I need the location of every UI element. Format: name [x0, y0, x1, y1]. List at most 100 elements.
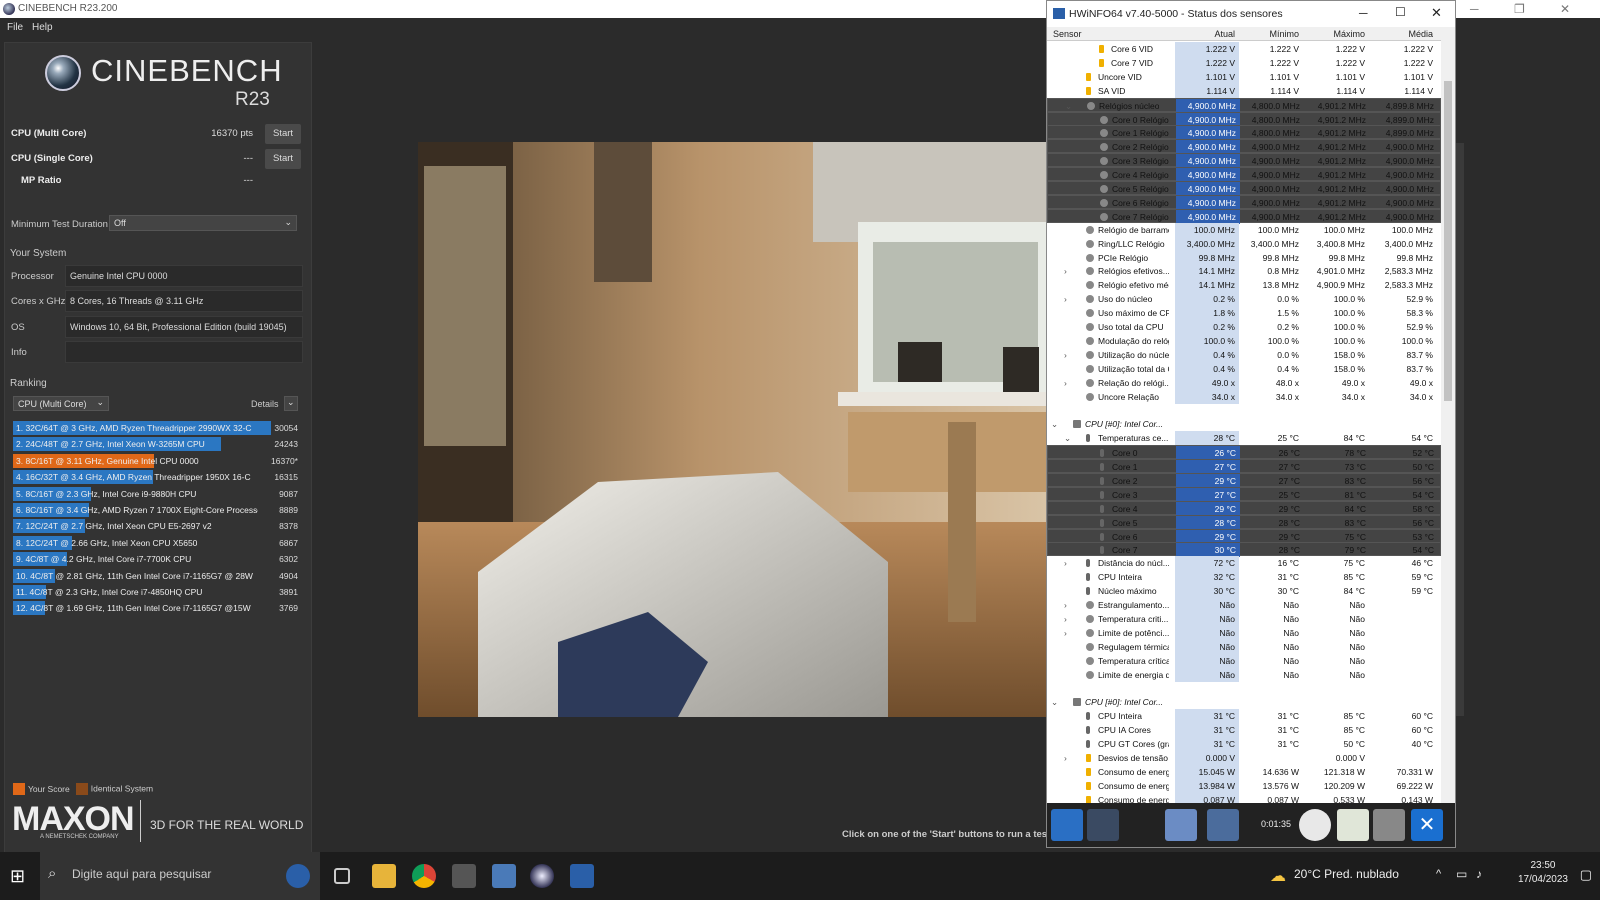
- sensor-row[interactable]: Limite de energia do ... Não Não Não: [1047, 667, 1441, 682]
- sensor-row[interactable]: [1047, 681, 1441, 695]
- sensor-row[interactable]: Core 4 29 °C 29 °C 84 °C 58 °C: [1047, 500, 1441, 516]
- sensor-row[interactable]: Core 0 26 °C 26 °C 78 °C 52 °C: [1047, 445, 1441, 461]
- ranking-row[interactable]: 6. 8C/16T @ 3.4 GHz, AMD Ryzen 7 1700X E…: [13, 503, 301, 517]
- ranking-row[interactable]: 10. 4C/8T @ 2.81 GHz, 11th Gen Intel Cor…: [13, 568, 301, 583]
- sensor-row[interactable]: Consumo de energia... 13.984 W 13.576 W 120…: [1047, 778, 1441, 793]
- collapse-chevron-icon[interactable]: ⌄: [1051, 697, 1058, 708]
- sensor-row[interactable]: Core 6 VID 1.222 V 1.222 V 1.222 V 1.222 V: [1047, 42, 1441, 56]
- sensor-row[interactable]: Consumo de energia... 15.045 W 14.636 W 121…: [1047, 764, 1441, 779]
- menu-help[interactable]: Help: [32, 22, 53, 33]
- sensor-row[interactable]: Uncore VID 1.101 V 1.101 V 1.101 V 1.101 V: [1047, 69, 1441, 84]
- sensor-scrollbar[interactable]: [1441, 27, 1455, 803]
- sensor-row[interactable]: Core 7 30 °C 28 °C 79 °C 54 °C: [1047, 542, 1441, 558]
- min-test-duration-select[interactable]: Off ⌄: [109, 215, 297, 231]
- network-tray-icon[interactable]: ▭: [1456, 867, 1467, 881]
- details-toggle[interactable]: ⌄: [284, 396, 298, 411]
- sensor-row[interactable]: › Temperatura criti... Não Não Não: [1047, 611, 1441, 626]
- sensor-row[interactable]: Core 6 29 °C 29 °C 75 °C 53 °C: [1047, 528, 1441, 544]
- col-avg[interactable]: Média: [1369, 29, 1433, 39]
- sensor-row[interactable]: Uso máximo de CPU ... 1.8 % 1.5 % 100.0 % 58…: [1047, 306, 1441, 321]
- sensor-row[interactable]: Core 6 Relógio 4,900.0 MHz 4,900.0 MHz 4,90…: [1047, 194, 1441, 210]
- sensor-row[interactable]: Core 0 Relógio 4,900.0 MHz 4,800.0 MHz 4,90…: [1047, 111, 1441, 127]
- col-min[interactable]: Mínimo: [1239, 29, 1299, 39]
- collapse-chevron-icon[interactable]: ⌄: [1051, 419, 1058, 430]
- expand-chevron-icon[interactable]: ›: [1064, 600, 1067, 610]
- sensor-row[interactable]: PCIe Relógio 99.8 MHz 99.8 MHz 99.8 MHz 99.8…: [1047, 250, 1441, 265]
- collapse-chevron-icon[interactable]: ⌄: [1065, 101, 1072, 112]
- col-sensor[interactable]: Sensor: [1053, 29, 1082, 39]
- ranking-row[interactable]: 4. 16C/32T @ 3.4 GHz, AMD Ryzen Threadri…: [13, 470, 301, 485]
- sensor-row[interactable]: Core 1 Relógio 4,900.0 MHz 4,800.0 MHz 4,90…: [1047, 125, 1441, 141]
- expand-chevron-icon[interactable]: ›: [1064, 350, 1067, 360]
- sensor-row[interactable]: CPU IA Cores 31 °C 31 °C 85 °C 60 °C: [1047, 723, 1441, 738]
- sensor-row[interactable]: › Uso do núcleo 0.2 % 0.0 % 100.0 % 52.9 %: [1047, 292, 1441, 307]
- sensor-row[interactable]: Modulação do relógi... 100.0 % 100.0 % 100.…: [1047, 333, 1441, 348]
- sensor-row[interactable]: ⌄ Temperaturas ce... 28 °C 25 °C 84 °C 54 °C: [1047, 431, 1441, 446]
- sensor-row[interactable]: CPU Inteira 32 °C 31 °C 85 °C 59 °C: [1047, 570, 1441, 585]
- sensor-row[interactable]: › Limite de potênci... Não Não Não: [1047, 625, 1441, 640]
- single-core-start-button[interactable]: Start: [265, 149, 301, 169]
- ranking-row[interactable]: 2. 24C/48T @ 2.7 GHz, Intel Xeon W-3265M…: [13, 437, 301, 452]
- close-icon[interactable]: ✕: [1560, 2, 1570, 16]
- collapse-chevron-icon[interactable]: ⌄: [1064, 433, 1071, 444]
- minimize-icon[interactable]: ─: [1470, 2, 1479, 16]
- sensor-row[interactable]: › Estrangulamento... Não Não Não: [1047, 598, 1441, 612]
- ranking-row[interactable]: 8. 12C/24T @ 2.66 GHz, Intel Xeon CPU X5…: [13, 535, 301, 550]
- sensor-row[interactable]: Regulagem térmica ... Não Não Não: [1047, 639, 1441, 654]
- ranking-select[interactable]: CPU (Multi Core) ⌄: [13, 396, 109, 411]
- sensor-row[interactable]: Core 3 Relógio 4,900.0 MHz 4,900.0 MHz 4,90…: [1047, 153, 1441, 169]
- hwinfo-taskbar-icon[interactable]: [570, 864, 594, 888]
- sensor-row[interactable]: Uncore Relação 34.0 x 34.0 x 34.0 x 34.0 x: [1047, 389, 1441, 404]
- sensor-row[interactable]: Temperatura crítica ... Não Não Não: [1047, 653, 1441, 668]
- ranking-row[interactable]: 5. 8C/16T @ 2.3 GHz, Intel Core i9-9880H…: [13, 486, 301, 501]
- clock-icon[interactable]: [1299, 809, 1331, 841]
- ranking-row[interactable]: 3. 8C/16T @ 3.11 GHz, Genuine Intel CPU …: [13, 453, 301, 468]
- sensor-group-row[interactable]: ⌄ CPU [#0]: Intel Cor...: [1047, 695, 1441, 709]
- sensor-row[interactable]: SA VID 1.114 V 1.114 V 1.114 V 1.114 V: [1047, 83, 1441, 98]
- restore-icon[interactable]: ❐: [1514, 2, 1525, 16]
- sensor-row[interactable]: Utilização total da CPU 0.4 % 0.4 % 158.0 %…: [1047, 361, 1441, 376]
- os-field[interactable]: Windows 10, 64 Bit, Professional Edition…: [65, 316, 303, 338]
- sensor-row[interactable]: Core 7 Relógio 4,900.0 MHz 4,900.0 MHz 4,90…: [1047, 208, 1441, 224]
- clock[interactable]: 23:50 17/04/2023: [1518, 859, 1568, 887]
- sensor-group-row[interactable]: ⌄ CPU [#0]: Intel Cor...: [1047, 417, 1441, 431]
- taskbar-search[interactable]: ⌕ Digite aqui para pesquisar: [40, 852, 320, 900]
- scrollbar-thumb[interactable]: [1444, 81, 1452, 401]
- menu-file[interactable]: File: [7, 22, 23, 33]
- sensor-row[interactable]: Núcleo máximo 30 °C 30 °C 84 °C 59 °C: [1047, 584, 1441, 599]
- sensor-row[interactable]: Core 2 Relógio 4,900.0 MHz 4,900.0 MHz 4,90…: [1047, 139, 1441, 155]
- chrome-icon[interactable]: [412, 864, 436, 888]
- close-sensors-icon[interactable]: ✕: [1411, 809, 1443, 841]
- ranking-row[interactable]: 9. 4C/8T @ 4.2 GHz, Intel Core i7-7700K …: [13, 552, 301, 567]
- sensor-row[interactable]: Core 4 Relógio 4,900.0 MHz 4,900.0 MHz 4,90…: [1047, 167, 1441, 183]
- windows-start-icon[interactable]: ⊞: [10, 866, 30, 886]
- collapse-icon[interactable]: [1087, 809, 1119, 841]
- sensor-row[interactable]: Core 2 29 °C 27 °C 83 °C 56 °C: [1047, 472, 1441, 488]
- sensor-row[interactable]: Core 1 27 °C 27 °C 73 °C 50 °C: [1047, 459, 1441, 474]
- ranking-row[interactable]: 1. 32C/64T @ 3 GHz, AMD Ryzen Threadripp…: [13, 421, 301, 435]
- sensor-row[interactable]: CPU Inteira 31 °C 31 °C 85 °C 60 °C: [1047, 709, 1441, 724]
- col-max[interactable]: Máximo: [1303, 29, 1365, 39]
- cores-field[interactable]: 8 Cores, 16 Threads @ 3.11 GHz: [65, 290, 303, 312]
- weather-text[interactable]: 20°C Pred. nublado: [1294, 867, 1399, 881]
- monitor-icon[interactable]: [1207, 809, 1239, 841]
- cortana-icon[interactable]: [286, 864, 310, 888]
- ranking-row[interactable]: 11. 4C/8T @ 2.3 GHz, Intel Core i7-4850H…: [13, 585, 301, 599]
- weather-icon[interactable]: ☁: [1270, 866, 1286, 886]
- network-icon[interactable]: [1165, 809, 1197, 841]
- expand-chevron-icon[interactable]: ›: [1064, 294, 1067, 304]
- sensor-row[interactable]: › Utilização do núcleo 0.4 % 0.0 % 158.0 % 83…: [1047, 347, 1441, 362]
- cinebench-taskbar-icon[interactable]: [530, 864, 554, 888]
- sensor-row[interactable]: Core 5 Relógio 4,900.0 MHz 4,900.0 MHz 4,90…: [1047, 181, 1441, 196]
- processor-field[interactable]: Genuine Intel CPU 0000: [65, 265, 303, 287]
- sensor-row[interactable]: [1047, 403, 1441, 417]
- maximize-icon[interactable]: ☐: [1395, 5, 1406, 19]
- expand-chevron-icon[interactable]: ›: [1064, 378, 1067, 388]
- notifications-icon[interactable]: ▢: [1580, 867, 1592, 883]
- ranking-row[interactable]: 12. 4C/8T @ 1.69 GHz, 11th Gen Intel Cor…: [13, 601, 301, 616]
- expand-chevron-icon[interactable]: ›: [1064, 266, 1067, 276]
- settings-icon[interactable]: [1373, 809, 1405, 841]
- sensor-row[interactable]: ⌄ Relógios núcleo 4,900.0 MHz 4,800.0 MHz 4,…: [1047, 97, 1441, 113]
- file-explorer-icon[interactable]: [372, 864, 396, 888]
- expand-chevron-icon[interactable]: ›: [1064, 753, 1067, 763]
